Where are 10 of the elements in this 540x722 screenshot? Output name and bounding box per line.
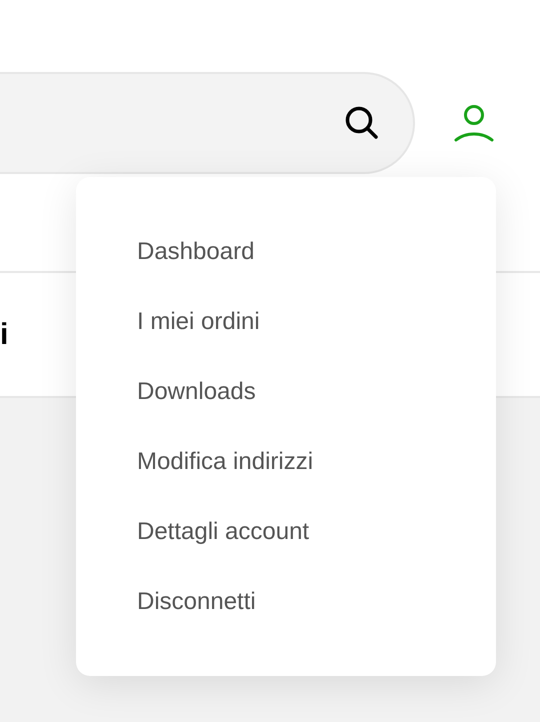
menu-item[interactable]: Disconnetti: [137, 579, 256, 649]
menu-item[interactable]: I miei ordini: [137, 299, 260, 369]
menu-item[interactable]: Modifica indirizzi: [137, 439, 314, 509]
menu-item[interactable]: Dashboard: [137, 229, 254, 299]
page-heading: i: [0, 320, 8, 350]
search-field[interactable]: [0, 72, 415, 174]
menu-item[interactable]: Downloads: [137, 369, 256, 439]
user-icon[interactable]: [453, 104, 495, 142]
search-icon[interactable]: [345, 106, 379, 140]
menu-item[interactable]: Dettagli account: [137, 509, 310, 579]
